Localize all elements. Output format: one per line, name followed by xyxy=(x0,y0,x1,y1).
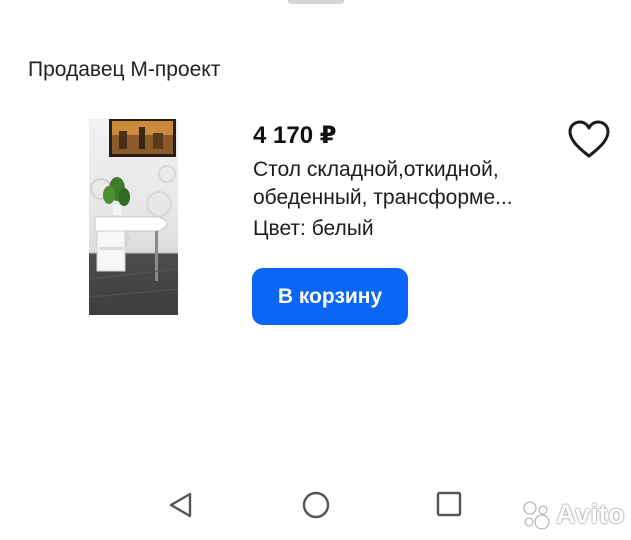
product-color: Цвет: белый xyxy=(253,217,374,240)
watermark-text: Avito xyxy=(556,499,625,529)
triangle-back-icon xyxy=(169,492,192,518)
add-to-cart-button[interactable]: В корзину xyxy=(252,268,408,325)
favorite-button[interactable] xyxy=(568,120,610,160)
nav-back-button[interactable] xyxy=(166,490,196,520)
nav-recent-button[interactable] xyxy=(436,491,462,517)
circle-home-icon xyxy=(302,491,330,519)
avito-watermark: Avito xyxy=(522,499,625,530)
product-photo-icon xyxy=(89,119,178,298)
heart-icon xyxy=(568,120,610,158)
seller-name[interactable]: Продавец М-проект xyxy=(28,58,220,82)
square-recent-icon xyxy=(436,491,462,517)
product-title-line: Стол складной,откидной, xyxy=(253,158,499,181)
screen: Продавец М-проект 4 170 ₽ Стол складной,… xyxy=(0,0,631,540)
product-image[interactable] xyxy=(89,119,178,315)
product-price: 4 170 ₽ xyxy=(253,122,337,149)
nav-home-button[interactable] xyxy=(301,490,331,520)
product-title-line: обеденный, трансформе... xyxy=(253,186,513,209)
avito-logo-icon xyxy=(523,501,550,529)
sheet-handle[interactable] xyxy=(288,0,344,4)
product-title[interactable]: Стол складной,откидной, обеденный, транс… xyxy=(253,156,553,212)
